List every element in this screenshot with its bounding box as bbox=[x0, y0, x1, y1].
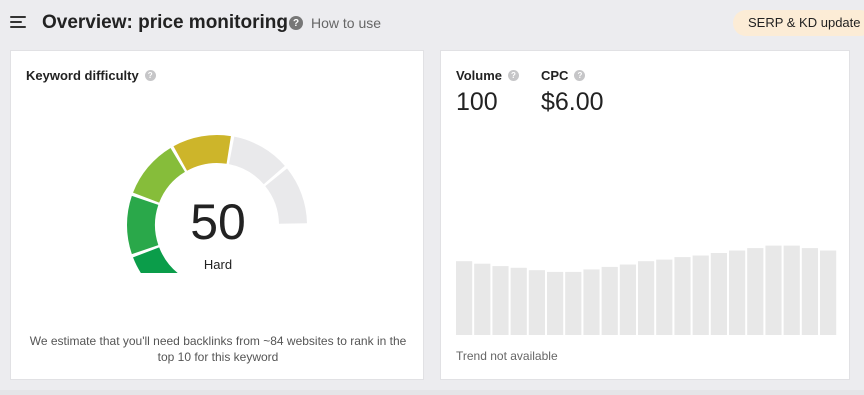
keyword-difficulty-card: Keyword difficulty ? 50 Hard We estimate… bbox=[10, 50, 424, 380]
cpc-metric: CPC ? $6.00 bbox=[541, 68, 604, 117]
gauge-segment bbox=[133, 147, 185, 203]
trend-bar bbox=[601, 266, 618, 335]
trend-bar bbox=[801, 248, 818, 335]
backlinks-estimate-note: We estimate that you'll need backlinks f… bbox=[29, 334, 407, 364]
trend-placeholder-chart bbox=[456, 245, 837, 335]
trend-bar bbox=[474, 263, 491, 335]
keyword-difficulty-title: Keyword difficulty ? bbox=[26, 68, 156, 83]
difficulty-score: 50 bbox=[190, 194, 246, 250]
trend-bar bbox=[583, 269, 600, 335]
question-icon: ? bbox=[289, 16, 303, 30]
page-title: Overview: price monitoring bbox=[42, 12, 288, 33]
info-icon[interactable]: ? bbox=[144, 70, 156, 81]
trend-bar bbox=[783, 245, 800, 335]
trend-bar bbox=[729, 250, 746, 335]
volume-metric: Volume ? 100 bbox=[456, 68, 519, 117]
cpc-value: $6.00 bbox=[541, 88, 604, 116]
how-to-use-label: How to use bbox=[311, 15, 382, 31]
serp-kd-update-badge[interactable]: SERP & KD update bbox=[733, 10, 864, 36]
trend-bar bbox=[692, 255, 709, 335]
trend-bar bbox=[765, 245, 782, 335]
info-icon[interactable]: ? bbox=[508, 70, 519, 81]
hamburger-menu-icon[interactable] bbox=[10, 16, 26, 29]
trend-bar bbox=[674, 257, 691, 335]
trend-bar bbox=[456, 261, 473, 335]
difficulty-rating: Hard bbox=[203, 257, 233, 272]
volume-value: 100 bbox=[456, 88, 498, 116]
next-section-edge bbox=[0, 390, 864, 395]
trend-bar bbox=[619, 264, 636, 335]
keyword-difficulty-label: Keyword difficulty bbox=[26, 68, 139, 83]
trend-bar bbox=[710, 253, 727, 335]
trend-bar bbox=[656, 259, 673, 335]
trend-bar bbox=[747, 248, 764, 335]
trend-bar bbox=[510, 267, 527, 335]
how-to-use-link[interactable]: ? How to use bbox=[289, 15, 381, 31]
trend-bar bbox=[528, 270, 545, 335]
volume-title: Volume ? bbox=[456, 68, 519, 83]
trend-bar bbox=[638, 261, 655, 335]
page-header: Overview: price monitoring ? How to use … bbox=[0, 0, 864, 46]
info-icon[interactable]: ? bbox=[574, 70, 586, 81]
trend-unavailable-note: Trend not available bbox=[456, 349, 558, 363]
cpc-title: CPC ? bbox=[541, 68, 604, 83]
trend-bar bbox=[565, 271, 582, 335]
trend-bar bbox=[547, 271, 564, 335]
gauge-segment bbox=[173, 134, 231, 171]
volume-label: Volume bbox=[456, 68, 502, 83]
volume-cpc-card: Volume ? 100 CPC ? $6.00 Trend not avail… bbox=[440, 50, 850, 380]
trend-bar bbox=[820, 250, 837, 335]
cpc-label: CPC bbox=[541, 68, 569, 83]
trend-bar bbox=[492, 266, 509, 335]
